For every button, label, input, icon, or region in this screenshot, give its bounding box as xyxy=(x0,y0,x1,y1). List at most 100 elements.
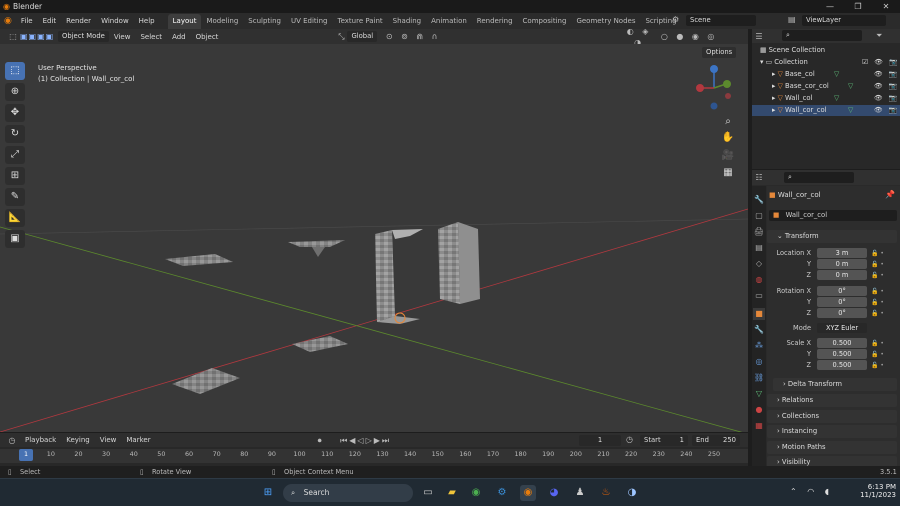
scale-z-field[interactable]: 0.500 xyxy=(817,360,867,370)
delta-transform-panel[interactable]: › Delta Transform xyxy=(773,378,897,391)
object-mode-dropdown[interactable]: Object Mode xyxy=(58,31,109,42)
physics-tab-icon[interactable]: ◎ xyxy=(753,356,765,368)
visibility-toggles[interactable]: 👁 📷 xyxy=(874,81,899,92)
expand-arrow-icon[interactable]: ▾ xyxy=(760,58,763,66)
annotate-tool-icon[interactable]: ✎ xyxy=(5,188,25,206)
rotation-x-field[interactable]: 0° xyxy=(817,286,867,296)
collections-panel[interactable]: › Collections xyxy=(767,410,897,423)
expand-arrow-icon[interactable]: ▸ xyxy=(772,94,775,102)
rotate-tool-icon[interactable]: ↻ xyxy=(5,125,25,143)
flame-app-icon[interactable]: ♨ xyxy=(598,485,614,501)
windows-start-icon[interactable]: ⊞ xyxy=(260,485,276,501)
particles-tab-icon[interactable]: ⁂ xyxy=(753,340,765,352)
maximize-button[interactable]: ❐ xyxy=(844,0,872,13)
world-tab-icon[interactable]: ◍ xyxy=(753,274,765,286)
chrome-icon[interactable]: ◉ xyxy=(468,485,484,501)
view-layer-tab-icon[interactable]: ▤ xyxy=(753,242,765,254)
menu-help[interactable]: Help xyxy=(134,13,160,29)
relations-panel[interactable]: › Relations xyxy=(767,394,897,407)
pin-icon[interactable]: 📌 xyxy=(885,189,895,200)
frame-ruler[interactable]: 1 10 20 30 40 50 60 70 80 90 100 110 120 130 140 150 160… xyxy=(0,449,748,463)
rotation-mode-dropdown[interactable]: XYZ Euler xyxy=(817,323,867,333)
clock[interactable]: 6:13 PM 11/1/2023 xyxy=(856,483,896,499)
rotation-y-field[interactable]: 0° xyxy=(817,297,867,307)
visibility-toggles[interactable]: 👁 📷 xyxy=(874,105,899,116)
viewport-menu-object[interactable]: Object xyxy=(191,29,224,45)
viewport-menu-add[interactable]: Add xyxy=(167,29,191,45)
scene-tab-icon[interactable]: ◇ xyxy=(753,258,765,270)
outliner-editor-icon[interactable]: ☰ xyxy=(752,31,766,42)
measure-tool-icon[interactable]: 📐 xyxy=(5,209,25,227)
location-z-field[interactable]: 0 m xyxy=(817,270,867,280)
add-cube-tool-icon[interactable]: ▣ xyxy=(5,230,25,248)
filter-icon[interactable]: ⏷ xyxy=(876,30,882,41)
visibility-panel[interactable]: › Visibility xyxy=(767,456,897,466)
outliner-object[interactable]: ▸ ▽ Base_col ▽ 👁 📷 xyxy=(752,69,900,80)
app-icon[interactable]: ♟ xyxy=(572,485,588,501)
shading-mode-icons[interactable]: ○ ● ◉ ◎ xyxy=(659,31,719,42)
location-x-field[interactable]: 3 m xyxy=(817,248,867,258)
editor-type-icon[interactable]: ⬚ xyxy=(6,31,20,42)
modifier-tab-icon[interactable]: 🔧 xyxy=(753,324,765,336)
constraints-tab-icon[interactable]: ⛓ xyxy=(753,372,765,384)
timeline-menu-marker[interactable]: Marker xyxy=(121,432,155,448)
move-tool-icon[interactable]: ✥ xyxy=(5,104,25,122)
close-button[interactable]: ✕ xyxy=(872,0,900,13)
menu-file[interactable]: File xyxy=(16,13,38,29)
camera-view-icon[interactable]: 🎥 xyxy=(720,148,736,164)
outliner-object-selected[interactable]: ▸ ▽ Wall_cor_col ▽ 👁 📷 xyxy=(752,105,900,116)
transform-tool-icon[interactable]: ⊞ xyxy=(5,167,25,185)
pan-hand-icon[interactable]: ✋ xyxy=(720,130,736,146)
clock-editor-icon[interactable]: ◷ xyxy=(4,435,20,446)
menu-window[interactable]: Window xyxy=(96,13,134,29)
scale-tool-icon[interactable]: ⤢ xyxy=(5,146,25,164)
scene-selector[interactable]: Scene xyxy=(686,15,756,26)
preview-range-icon[interactable]: ◷ xyxy=(626,434,633,445)
expand-arrow-icon[interactable]: ▸ xyxy=(772,106,775,114)
object-tab-icon[interactable]: ■ xyxy=(753,308,765,320)
zoom-icon[interactable]: ⌕ xyxy=(720,114,736,130)
timeline-menu-playback[interactable]: Playback xyxy=(20,432,61,448)
lock-keyframe-icons[interactable]: 🔓 • 🔓 • 🔓 • xyxy=(871,286,895,319)
select-box-tool-icon[interactable]: ⬚ xyxy=(5,62,25,80)
outliner-search-input[interactable]: ⌕ xyxy=(782,30,862,41)
lock-keyframe-icons[interactable]: 🔓 • 🔓 • 🔓 • xyxy=(871,338,895,371)
expand-arrow-icon[interactable]: ▸ xyxy=(772,70,775,78)
viewport-menu-view[interactable]: View xyxy=(109,29,136,45)
ortho-grid-icon[interactable]: ▦ xyxy=(720,165,736,181)
menu-render[interactable]: Render xyxy=(61,13,96,29)
timeline-menu-keying[interactable]: Keying xyxy=(61,432,95,448)
instancing-panel[interactable]: › Instancing xyxy=(767,425,897,438)
timeline-menu-view[interactable]: View xyxy=(95,432,122,448)
system-tray-icons[interactable]: ⌃ ◠ ◖ xyxy=(790,487,833,496)
tab-shading[interactable]: Shading xyxy=(388,14,426,29)
material-tab-icon[interactable]: ● xyxy=(753,404,765,416)
lock-keyframe-icons[interactable]: 🔓 • 🔓 • 🔓 • xyxy=(871,248,895,281)
location-y-field[interactable]: 0 m xyxy=(817,259,867,269)
collection-tab-icon[interactable]: ▭ xyxy=(753,290,765,302)
record-icon[interactable]: ⏺ xyxy=(314,435,326,446)
tab-texture-paint[interactable]: Texture Paint xyxy=(333,14,388,29)
tab-sculpting[interactable]: Sculpting xyxy=(243,14,286,29)
outliner-scene-collection[interactable]: ▦ Scene Collection xyxy=(752,45,900,56)
viewport-menu-select[interactable]: Select xyxy=(135,29,167,45)
app-icon[interactable]: ◑ xyxy=(624,485,640,501)
select-mode-icons[interactable]: ▣▣▣▣ xyxy=(20,31,54,42)
tool-tab-icon[interactable]: 🔧 xyxy=(753,194,765,206)
tab-uv-editing[interactable]: UV Editing xyxy=(286,14,333,29)
rotation-z-field[interactable]: 0° xyxy=(817,308,867,318)
tab-rendering[interactable]: Rendering xyxy=(472,14,518,29)
visibility-toggles[interactable]: 👁 📷 xyxy=(874,69,899,80)
outliner-collection[interactable]: ▾ ▭ Collection ☑ 👁 📷 xyxy=(752,57,900,68)
menu-edit[interactable]: Edit xyxy=(38,13,62,29)
render-tab-icon[interactable]: ▢ xyxy=(753,210,765,222)
minimize-button[interactable]: — xyxy=(816,0,844,13)
outliner-object[interactable]: ▸ ▽ Base_cor_col ▽ 👁 📷 xyxy=(752,81,900,92)
object-name-field[interactable]: ■ Wall_cor_col xyxy=(769,210,897,221)
view-layer-selector[interactable]: ViewLayer xyxy=(802,15,886,26)
properties-search-input[interactable]: ⌕ xyxy=(784,172,854,183)
transform-panel-header[interactable]: ⌄ Transform xyxy=(767,230,897,243)
scene-canvas[interactable] xyxy=(0,44,748,432)
output-tab-icon[interactable]: 🖨 xyxy=(753,226,765,238)
properties-editor-icon[interactable]: ☷ xyxy=(752,172,766,183)
